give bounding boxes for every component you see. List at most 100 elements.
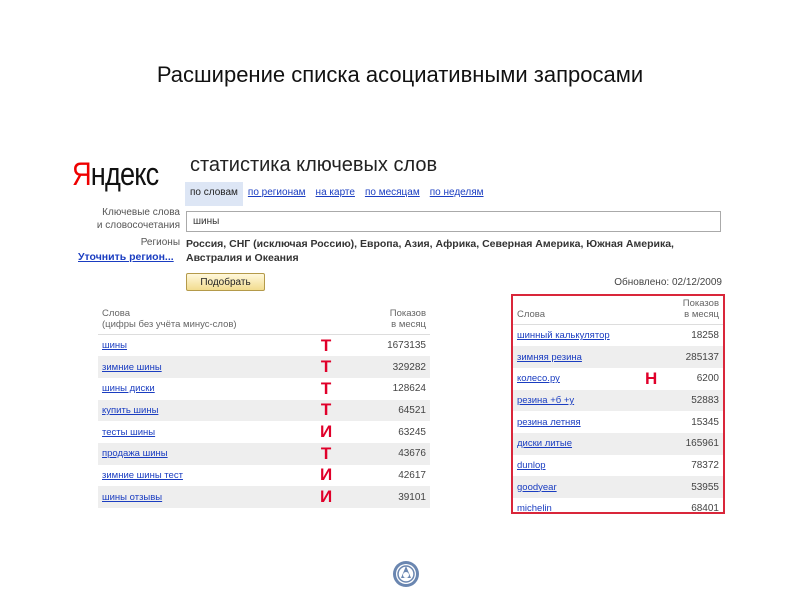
impressions-count: 63245 — [398, 426, 426, 438]
table-row: купить шины Т 64521 — [98, 399, 430, 422]
col-count-header: Показов в месяц — [341, 306, 430, 335]
regions-value: Россия, СНГ (исключая Россию), Европа, А… — [186, 238, 674, 264]
keyword-link[interactable]: зимние шины — [102, 362, 162, 373]
category-mark: Т — [311, 442, 342, 465]
keyword-link[interactable]: dunlop — [517, 460, 546, 471]
impressions-count: 18258 — [691, 330, 719, 342]
table-row: колесо.ру Н 6200 — [513, 368, 723, 390]
keyword-cell: резина летняя — [513, 411, 631, 433]
page-title: статистика ключевых слов — [190, 154, 438, 176]
keyword-link[interactable]: шины отзывы — [102, 492, 162, 503]
keyword-cell: шины диски — [98, 378, 311, 400]
associated-queries-box: Слова Показов в месяц шинный калькулятор 1… — [511, 294, 725, 514]
keyword-link[interactable]: goodyear — [517, 482, 557, 493]
impressions-count: 1673135 — [387, 340, 426, 352]
col-words-header: Слова (цифры без учёта минус-слов) — [98, 306, 342, 335]
keyword-cell: резина +б +у — [513, 389, 632, 412]
keyword-cell: michelin — [513, 498, 631, 512]
tab-map[interactable]: на карте — [311, 182, 360, 206]
keyword-link[interactable]: колесо.ру — [517, 373, 560, 384]
category-mark — [631, 346, 672, 368]
table-row: резина летняя 15345 — [513, 411, 723, 433]
keywords-label: Ключевые слова — [102, 207, 180, 218]
keyword-cell: goodyear — [513, 476, 632, 498]
keywords-input[interactable] — [186, 211, 721, 232]
table-row: шины диски Т 128624 — [98, 378, 430, 400]
impressions-count: 64521 — [341, 399, 430, 422]
keyword-cell: зимние шины тест — [98, 465, 311, 487]
tab-by-months[interactable]: по месяцам — [360, 182, 425, 206]
impressions-count: 53955 — [671, 476, 723, 498]
emblem-icon — [391, 559, 421, 594]
table-row: dunlop 78372 — [513, 455, 723, 477]
regions-label: Регионы — [140, 237, 180, 248]
table-row: шины Т 1673135 — [98, 335, 430, 357]
table-row: зимние шины тест И 42617 — [98, 465, 430, 487]
keyword-link[interactable]: резина летняя — [517, 417, 581, 428]
keyword-cell: продажа шины — [98, 442, 312, 465]
keyword-link[interactable]: зимняя резина — [517, 352, 582, 363]
table-row: зимняя резина 285137 — [513, 346, 723, 368]
refine-region-link[interactable]: Уточнить регион... — [78, 251, 174, 263]
keyword-cell: шинный калькулятор — [513, 325, 631, 347]
impressions-count: 42617 — [398, 469, 426, 481]
keyword-link[interactable]: диски литые — [517, 438, 572, 449]
table-row: шинный калькулятор 18258 — [513, 325, 723, 347]
table-row: резина +б +у 52883 — [513, 389, 723, 412]
category-mark — [631, 432, 672, 455]
keyword-cell: тесты шины — [98, 421, 311, 443]
keyword-link[interactable]: зимние шины тест — [102, 470, 183, 481]
category-mark: Н — [644, 368, 658, 388]
keyword-cell: шины — [98, 335, 311, 357]
table-row: тесты шины И 63245 — [98, 421, 430, 443]
category-mark: И — [311, 486, 342, 508]
keyword-link[interactable]: тесты шины — [102, 427, 155, 438]
impressions-count: 15345 — [691, 416, 719, 428]
category-mark — [631, 411, 671, 433]
keyword-link[interactable]: резина +б +у — [517, 395, 574, 406]
table-row: продажа шины Т 43676 — [98, 442, 430, 465]
keyword-link[interactable]: шины диски — [102, 383, 155, 394]
impressions-count: 78372 — [691, 459, 719, 471]
keyword-link[interactable]: шинный калькулятор — [517, 330, 610, 341]
tab-by-weeks[interactable]: по неделям — [425, 182, 489, 206]
keyword-link[interactable]: шины — [102, 340, 127, 351]
keyword-cell: dunlop — [513, 455, 631, 477]
slide-title: Расширение списка асоциативными запросам… — [156, 62, 644, 87]
keyword-cell: шины отзывы — [98, 486, 312, 508]
category-mark: Т — [311, 356, 342, 378]
logo-first-letter: Я — [72, 156, 92, 192]
table-row: диски литые 165961 — [513, 432, 723, 455]
updated-date: Обновлено: 02/12/2009 — [614, 277, 722, 288]
yandex-logo[interactable]: Яндекс — [72, 156, 159, 193]
category-mark — [631, 389, 672, 412]
category-mark — [631, 455, 671, 477]
impressions-count: 68401 — [691, 503, 719, 514]
left-results-table: Слова (цифры без учёта минус-слов) Показо… — [98, 306, 430, 508]
pick-button[interactable]: Подобрать — [186, 273, 265, 291]
impressions-count: 52883 — [671, 389, 723, 412]
impressions-count: 6200 — [696, 373, 719, 385]
category-mark — [631, 476, 672, 498]
keyword-cell: зимние шины — [98, 356, 312, 378]
category-mark — [631, 498, 671, 512]
keyword-link[interactable]: купить шины — [102, 405, 158, 416]
table-row: шины отзывы И 39101 — [98, 486, 430, 508]
impressions-count: 329282 — [341, 356, 430, 378]
keyword-cell: диски литые — [513, 432, 632, 455]
table-row: зимние шины Т 329282 — [98, 356, 430, 378]
category-mark: Т — [320, 378, 332, 398]
keyword-cell: зимняя резина — [513, 346, 632, 368]
impressions-count: 43676 — [341, 442, 430, 465]
keyword-link[interactable]: продажа шины — [102, 448, 168, 459]
table-row: michelin 68401 — [513, 498, 723, 514]
keyword-cell: купить шины — [98, 399, 312, 422]
category-mark: Т — [311, 399, 342, 422]
right-results-table: Слова Показов в месяц шинный калькулятор 1… — [513, 296, 723, 514]
keyword-link[interactable]: michelin — [517, 503, 552, 512]
tab-by-words[interactable]: по словам — [185, 182, 243, 206]
tab-by-regions[interactable]: по регионам — [243, 182, 311, 206]
keywords-label-2: и словосочетания — [96, 220, 180, 231]
tabs: по словам по регионам на карте по месяца… — [185, 182, 489, 206]
table-row: goodyear 53955 — [513, 476, 723, 498]
